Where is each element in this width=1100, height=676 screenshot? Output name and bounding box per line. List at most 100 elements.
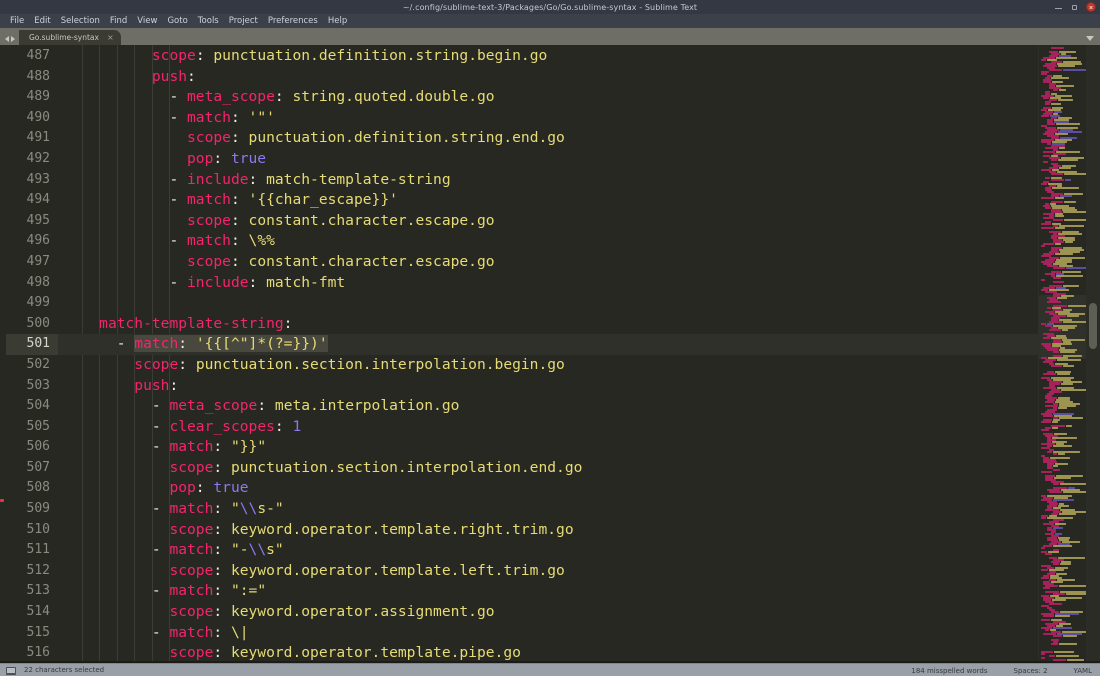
line-number: 515 xyxy=(6,623,58,644)
title-bar: ~/.config/sublime-text-3/Packages/Go/Go.… xyxy=(0,0,1100,14)
menu-item-selection[interactable]: Selection xyxy=(56,14,105,28)
indentation-setting[interactable]: Spaces: 2 xyxy=(1014,667,1048,675)
maximize-button[interactable] xyxy=(1070,3,1079,12)
code-line[interactable]: - match: \| xyxy=(58,623,1038,644)
tab-close-icon[interactable]: × xyxy=(107,34,114,42)
line-number: 504 xyxy=(6,396,58,417)
menu-item-find[interactable]: Find xyxy=(105,14,132,28)
code-line[interactable]: scope: keyword.operator.template.pipe.go xyxy=(58,643,1038,661)
code-line[interactable]: match-template-string: xyxy=(58,314,1038,335)
indent-space xyxy=(64,68,152,85)
code-line[interactable]: scope: punctuation.definition.string.beg… xyxy=(58,46,1038,67)
line-number: 508 xyxy=(6,478,58,499)
code-token: : xyxy=(231,253,249,270)
tab-bar: Go.sublime-syntax× xyxy=(0,28,1100,45)
code-token: meta_scope xyxy=(169,397,257,414)
menu-item-view[interactable]: View xyxy=(132,14,162,28)
code-line[interactable]: - match: \%% xyxy=(58,231,1038,252)
vertical-scrollbar-thumb[interactable] xyxy=(1089,303,1097,349)
code-line[interactable]: scope: punctuation.section.interpolation… xyxy=(58,355,1038,376)
code-line[interactable]: pop: true xyxy=(58,478,1038,499)
chevron-down-icon[interactable] xyxy=(1086,36,1094,41)
code-line[interactable]: - meta_scope: meta.interpolation.go xyxy=(58,396,1038,417)
code-token: : xyxy=(213,541,231,558)
code-editor[interactable]: scope: punctuation.definition.string.beg… xyxy=(58,45,1038,661)
editor-tab[interactable]: Go.sublime-syntax× xyxy=(19,30,121,45)
code-token: - xyxy=(169,109,187,126)
code-line[interactable]: scope: keyword.operator.template.left.tr… xyxy=(58,561,1038,582)
tab-prev-arrow-icon[interactable] xyxy=(5,36,9,42)
code-line[interactable]: - meta_scope: string.quoted.double.go xyxy=(58,87,1038,108)
indent-space xyxy=(64,47,152,64)
file-encoding-icon xyxy=(6,667,16,674)
minimize-button[interactable] xyxy=(1054,3,1063,12)
code-line[interactable]: - match: "-\\s" xyxy=(58,540,1038,561)
line-number: 496 xyxy=(6,231,58,252)
code-token: keyword.operator.template.right.trim.go xyxy=(231,521,574,538)
code-line[interactable]: - include: match-template-string xyxy=(58,170,1038,191)
code-token: - xyxy=(152,582,170,599)
code-content[interactable]: scope: punctuation.definition.string.beg… xyxy=(58,46,1038,661)
code-token: match xyxy=(187,109,231,126)
menu-item-goto[interactable]: Goto xyxy=(162,14,192,28)
code-line[interactable]: - match: '{{char_escape}}' xyxy=(58,190,1038,211)
close-button[interactable] xyxy=(1086,2,1096,12)
code-token: match xyxy=(169,582,213,599)
code-token: - xyxy=(169,274,187,291)
code-line[interactable]: scope: constant.character.escape.go xyxy=(58,252,1038,273)
code-token: - xyxy=(152,541,170,558)
indent-space xyxy=(64,232,169,249)
code-token: '{{[^"]*(?=}})' xyxy=(196,335,328,352)
line-number: 502 xyxy=(6,355,58,376)
menu-item-tools[interactable]: Tools xyxy=(193,14,224,28)
code-token: : xyxy=(284,315,293,332)
code-line[interactable]: - match: ":=" xyxy=(58,581,1038,602)
code-token: : xyxy=(187,68,196,85)
line-number: 488 xyxy=(6,67,58,88)
code-token: include xyxy=(187,274,249,291)
code-line[interactable]: scope: punctuation.section.interpolation… xyxy=(58,458,1038,479)
code-token: : xyxy=(275,88,293,105)
menu-item-preferences[interactable]: Preferences xyxy=(263,14,323,28)
code-line[interactable]: - match: "\\s-" xyxy=(58,499,1038,520)
code-token: punctuation.definition.string.end.go xyxy=(249,129,565,146)
syntax-mode[interactable]: YAML xyxy=(1074,667,1092,675)
menu-item-edit[interactable]: Edit xyxy=(29,14,55,28)
code-token: punctuation.section.interpolation.end.go xyxy=(231,459,582,476)
code-token: : xyxy=(231,191,249,208)
code-line[interactable]: scope: constant.character.escape.go xyxy=(58,211,1038,232)
menu-item-project[interactable]: Project xyxy=(224,14,263,28)
code-token: '{{char_escape}}' xyxy=(249,191,398,208)
code-line[interactable]: push: xyxy=(58,67,1038,88)
code-line[interactable]: - include: match-fmt xyxy=(58,273,1038,294)
code-line[interactable]: - match: '"' xyxy=(58,108,1038,129)
code-token: : xyxy=(213,582,231,599)
code-line[interactable]: scope: punctuation.definition.string.end… xyxy=(58,128,1038,149)
code-line[interactable]: pop: true xyxy=(58,149,1038,170)
tab-nav-arrows xyxy=(0,36,19,45)
line-number: 493 xyxy=(6,170,58,191)
code-token: scope xyxy=(169,521,213,538)
window-controls xyxy=(1054,0,1096,14)
spell-check-status[interactable]: 184 misspelled words xyxy=(911,667,987,675)
code-line[interactable]: scope: keyword.operator.assignment.go xyxy=(58,602,1038,623)
code-token: match xyxy=(187,232,231,249)
code-line[interactable] xyxy=(58,293,1038,314)
code-line[interactable]: - match: '{{[^"]*(?=}})' xyxy=(58,334,1038,355)
code-token: ":=" xyxy=(231,582,266,599)
code-line[interactable]: - clear_scopes: 1 xyxy=(58,417,1038,438)
tab-next-arrow-icon[interactable] xyxy=(11,36,15,42)
indent-space xyxy=(64,582,152,599)
menu-item-help[interactable]: Help xyxy=(323,14,352,28)
line-number: 505 xyxy=(6,417,58,438)
line-number: 490 xyxy=(6,108,58,129)
vertical-scrollbar[interactable] xyxy=(1086,45,1100,661)
code-token: clear_scopes xyxy=(169,418,274,435)
code-line[interactable]: push: xyxy=(58,376,1038,397)
minimap[interactable] xyxy=(1038,45,1086,661)
code-token: scope xyxy=(134,356,178,373)
code-line[interactable]: - match: "}}" xyxy=(58,437,1038,458)
menu-item-file[interactable]: File xyxy=(5,14,29,28)
code-line[interactable]: scope: keyword.operator.template.right.t… xyxy=(58,520,1038,541)
code-token: punctuation.definition.string.begin.go xyxy=(213,47,547,64)
